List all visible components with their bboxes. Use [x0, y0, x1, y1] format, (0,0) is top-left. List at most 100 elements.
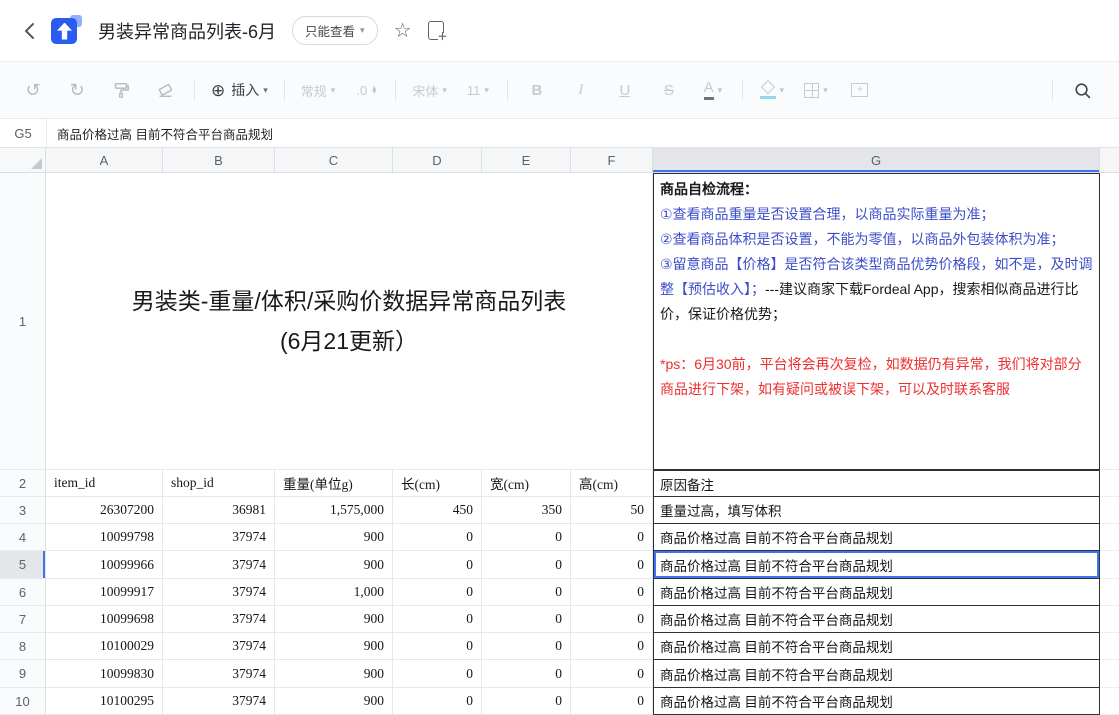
row-header-4[interactable]: 4: [0, 524, 46, 551]
cell-a5[interactable]: 10099966: [46, 551, 163, 579]
cell-f3[interactable]: 50: [571, 497, 653, 524]
cell-c9[interactable]: 900: [275, 660, 393, 688]
column-header-e[interactable]: E: [482, 148, 571, 173]
cell-g5-active[interactable]: 商品价格过高 目前不符合平台商品规划: [653, 551, 1100, 579]
cell-d7[interactable]: 0: [393, 606, 482, 633]
cell-f8[interactable]: 0: [571, 633, 653, 660]
cell-a10[interactable]: 10100295: [46, 688, 163, 715]
cell-e7[interactable]: 0: [482, 606, 571, 633]
cell-d8[interactable]: 0: [393, 633, 482, 660]
row-header-8[interactable]: 8: [0, 633, 46, 660]
row-header-3[interactable]: 3: [0, 497, 46, 524]
cell-e8[interactable]: 0: [482, 633, 571, 660]
cell-f5[interactable]: 0: [571, 551, 653, 579]
font-size-select[interactable]: 11 ▾: [465, 75, 491, 105]
cell-f10[interactable]: 0: [571, 688, 653, 715]
cell-b9[interactable]: 37974: [163, 660, 275, 688]
cell-e4[interactable]: 0: [482, 524, 571, 551]
borders-button[interactable]: ▾: [803, 75, 829, 105]
format-painter-button[interactable]: [108, 75, 134, 105]
merge-cells-button[interactable]: [847, 75, 873, 105]
header-cell-weight[interactable]: 重量(单位g): [275, 470, 393, 497]
cell-c6[interactable]: 1,000: [275, 579, 393, 606]
column-header-f[interactable]: F: [571, 148, 653, 173]
star-favorite-button[interactable]: ☆: [394, 21, 412, 41]
cell-f7[interactable]: 0: [571, 606, 653, 633]
cell-b10[interactable]: 37974: [163, 688, 275, 715]
merged-title-cell-a1[interactable]: 男装类-重量/体积/采购价数据异常商品列表 (6月21更新）: [46, 173, 653, 470]
italic-button[interactable]: I: [568, 75, 594, 105]
row-header-10[interactable]: 10: [0, 688, 46, 715]
cell-g10[interactable]: 商品价格过高 目前不符合平台商品规划: [653, 688, 1100, 715]
row-header-7[interactable]: 7: [0, 606, 46, 633]
cell-g7[interactable]: 商品价格过高 目前不符合平台商品规划: [653, 606, 1100, 633]
search-button[interactable]: [1069, 75, 1095, 105]
strikethrough-button[interactable]: S: [656, 75, 682, 105]
header-cell-length[interactable]: 长(cm): [393, 470, 482, 497]
column-header-a[interactable]: A: [46, 148, 163, 173]
select-all-corner[interactable]: [0, 148, 46, 173]
cell-b7[interactable]: 37974: [163, 606, 275, 633]
cell-d4[interactable]: 0: [393, 524, 482, 551]
cell-g6[interactable]: 商品价格过高 目前不符合平台商品规划: [653, 579, 1100, 606]
row-header-1[interactable]: 1: [0, 173, 46, 470]
row-header-9[interactable]: 9: [0, 660, 46, 688]
row-header-5-selected[interactable]: 5: [0, 551, 46, 579]
cell-g9[interactable]: 商品价格过高 目前不符合平台商品规划: [653, 660, 1100, 688]
cell-reference-box[interactable]: G5: [0, 119, 47, 147]
cell-b8[interactable]: 37974: [163, 633, 275, 660]
cell-e3[interactable]: 350: [482, 497, 571, 524]
font-color-button[interactable]: A ▾: [700, 75, 726, 105]
column-header-c[interactable]: C: [275, 148, 393, 173]
header-cell-shop-id[interactable]: shop_id: [163, 470, 275, 497]
cell-b6[interactable]: 37974: [163, 579, 275, 606]
cell-d3[interactable]: 450: [393, 497, 482, 524]
cell-a9[interactable]: 10099830: [46, 660, 163, 688]
create-copy-button[interactable]: ＋: [428, 21, 444, 40]
fill-color-button[interactable]: ▾: [759, 75, 785, 105]
permission-badge[interactable]: 只能查看 ▾: [292, 16, 378, 45]
cell-b5[interactable]: 37974: [163, 551, 275, 579]
cell-a3[interactable]: 26307200: [46, 497, 163, 524]
column-header-h-sliver[interactable]: [1100, 148, 1119, 173]
font-family-select[interactable]: 宋体 ▾: [412, 75, 447, 105]
cell-c3[interactable]: 1,575,000: [275, 497, 393, 524]
cell-e6[interactable]: 0: [482, 579, 571, 606]
cell-f6[interactable]: 0: [571, 579, 653, 606]
cell-e5[interactable]: 0: [482, 551, 571, 579]
cell-e9[interactable]: 0: [482, 660, 571, 688]
decimal-stepper[interactable]: .0 ▴▾: [353, 75, 379, 105]
cell-a6[interactable]: 10099917: [46, 579, 163, 606]
bold-button[interactable]: B: [524, 75, 550, 105]
cell-b3[interactable]: 36981: [163, 497, 275, 524]
redo-button[interactable]: ↻: [64, 75, 90, 105]
row-header-2[interactable]: 2: [0, 470, 46, 497]
back-button[interactable]: [18, 20, 40, 42]
note-cell-g1[interactable]: 商品自检流程： ①查看商品重量是否设置合理，以商品实际重量为准； ②查看商品体积…: [653, 173, 1100, 470]
cell-a8[interactable]: 10100029: [46, 633, 163, 660]
header-cell-width[interactable]: 宽(cm): [482, 470, 571, 497]
cell-c7[interactable]: 900: [275, 606, 393, 633]
cell-g3[interactable]: 重量过高，填写体积: [653, 497, 1100, 524]
cell-g4[interactable]: 商品价格过高 目前不符合平台商品规划: [653, 524, 1100, 551]
column-header-g-selected[interactable]: G: [653, 148, 1100, 173]
formula-input[interactable]: 商品价格过高 目前不符合平台商品规划: [47, 119, 1119, 147]
cell-b4[interactable]: 37974: [163, 524, 275, 551]
cell-d9[interactable]: 0: [393, 660, 482, 688]
row-header-6[interactable]: 6: [0, 579, 46, 606]
header-cell-item-id[interactable]: item_id: [46, 470, 163, 497]
cell-d5[interactable]: 0: [393, 551, 482, 579]
header-cell-height[interactable]: 高(cm): [571, 470, 653, 497]
cell-c10[interactable]: 900: [275, 688, 393, 715]
underline-button[interactable]: U: [612, 75, 638, 105]
cell-f4[interactable]: 0: [571, 524, 653, 551]
cell-c4[interactable]: 900: [275, 524, 393, 551]
column-header-b[interactable]: B: [163, 148, 275, 173]
number-format-select[interactable]: 常规 ▾: [301, 75, 336, 105]
cell-g8[interactable]: 商品价格过高 目前不符合平台商品规划: [653, 633, 1100, 660]
cell-c5[interactable]: 900: [275, 551, 393, 579]
cell-f9[interactable]: 0: [571, 660, 653, 688]
column-header-d[interactable]: D: [393, 148, 482, 173]
insert-button[interactable]: ⊕ 插入 ▾: [211, 75, 268, 105]
cell-c8[interactable]: 900: [275, 633, 393, 660]
